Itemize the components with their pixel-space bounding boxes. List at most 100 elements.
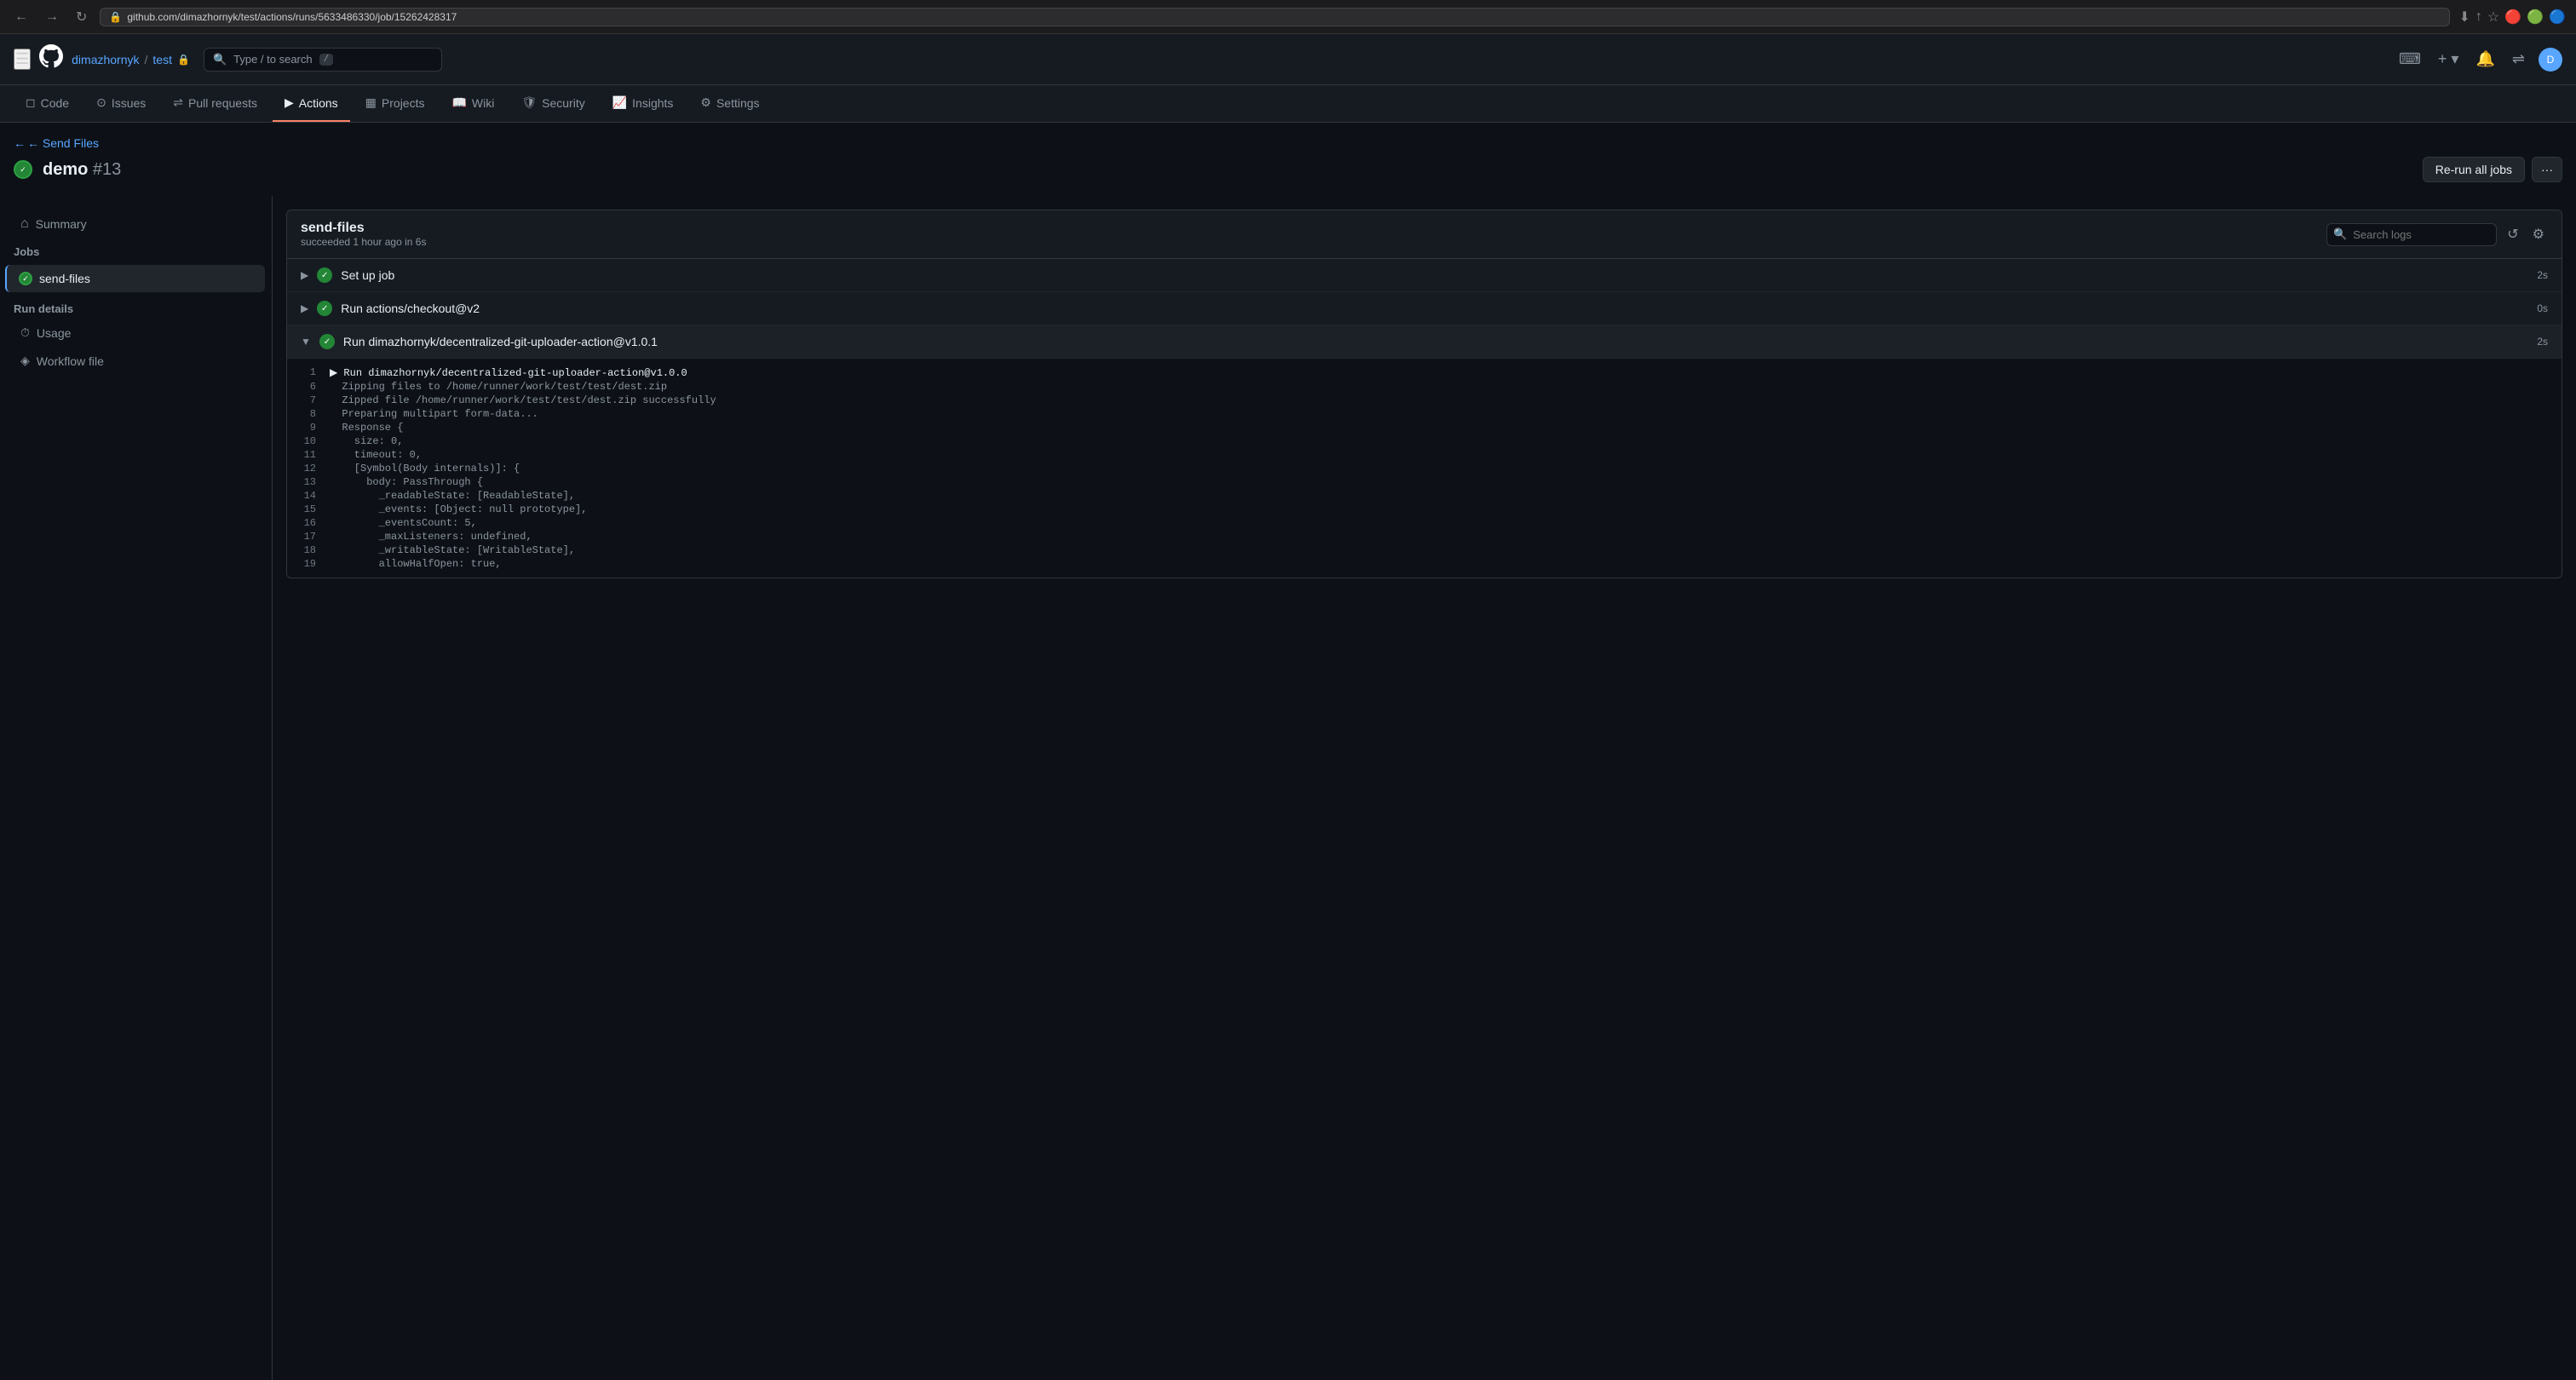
nav-security-label: Security: [542, 96, 585, 110]
search-logs-icon: 🔍: [2333, 227, 2347, 241]
log-content: body: PassThrough {: [330, 476, 2562, 488]
nav-actions-label: Actions: [299, 96, 338, 110]
back-label: ← Send Files: [27, 136, 99, 150]
nav-settings[interactable]: ⚙ Settings: [688, 85, 771, 122]
nav-actions[interactable]: ▶ Actions: [273, 85, 350, 122]
back-button[interactable]: ←: [10, 8, 32, 26]
log-content: [Symbol(Body internals)]: {: [330, 463, 2562, 474]
sidebar-workflow-file[interactable]: ◈ Workflow file: [7, 347, 265, 375]
avatar[interactable]: D: [2539, 48, 2562, 72]
chevron-right-icon: ▶: [301, 269, 308, 281]
line-number: 1: [287, 366, 330, 379]
chevron-down-icon: ▼: [301, 336, 311, 348]
log-line: 13 body: PassThrough {: [287, 475, 2562, 489]
settings-button[interactable]: ⚙: [2529, 222, 2548, 246]
step-setup-job[interactable]: ▶ Set up job 2s: [287, 259, 2562, 292]
search-icon: 🔍: [213, 53, 227, 66]
line-number: 13: [287, 476, 330, 488]
line-number: 6: [287, 381, 330, 393]
jobs-header: Jobs: [0, 239, 272, 265]
line-number: 17: [287, 531, 330, 543]
security-icon: 🛡: [521, 95, 537, 110]
log-line: 11 timeout: 0,: [287, 448, 2562, 462]
job-label: send-files: [39, 272, 90, 285]
extension-icons: ⬇↑☆🔴🟢🔵: [2458, 9, 2566, 26]
owner-link[interactable]: dimazhornyk: [72, 53, 139, 66]
nav-pulls[interactable]: ⇌ Pull requests: [161, 85, 269, 122]
step-action[interactable]: ▼ Run dimazhornyk/decentralized-git-uplo…: [287, 325, 2562, 359]
lock-icon: 🔒: [177, 54, 190, 66]
nav-insights[interactable]: 📈 Insights: [601, 85, 686, 122]
log-content: allowHalfOpen: true,: [330, 558, 2562, 570]
line-number: 9: [287, 422, 330, 434]
line-number: 18: [287, 544, 330, 556]
projects-icon: ▦: [365, 95, 377, 110]
global-search[interactable]: 🔍 Type / to search /: [204, 48, 442, 72]
log-output: 1▶ Run dimazhornyk/decentralized-git-upl…: [287, 359, 2562, 578]
rerun-button[interactable]: Re-run all jobs: [2423, 157, 2525, 182]
log-content: Zipped file /home/runner/work/test/test/…: [330, 394, 2562, 406]
refresh-button[interactable]: ↺: [2504, 222, 2521, 246]
nav-security[interactable]: 🛡 Security: [509, 85, 596, 122]
nav-insights-label: Insights: [632, 96, 673, 110]
issues-icon: ⊙: [96, 95, 106, 110]
line-number: 19: [287, 558, 330, 570]
log-line: 9 Response {: [287, 421, 2562, 434]
sidebar-usage[interactable]: ⏱ Usage: [7, 319, 265, 347]
search-logs-wrapper: 🔍: [2326, 223, 2497, 246]
workflow-file-icon: ◈: [20, 354, 30, 368]
log-content: Response {: [330, 422, 2562, 434]
log-line: 14 _readableState: [ReadableState],: [287, 489, 2562, 503]
sidebar: ⌂ Summary Jobs send-files Run details ⏱ …: [0, 196, 273, 1380]
nav-projects-label: Projects: [382, 96, 425, 110]
log-line: 16 _eventsCount: 5,: [287, 516, 2562, 530]
search-shortcut: /: [319, 54, 334, 66]
log-content: timeout: 0,: [330, 449, 2562, 461]
job-status-icon: [19, 272, 32, 285]
nav-code[interactable]: ◻ Code: [14, 85, 81, 122]
job-panel: send-files succeeded 1 hour ago in 6s 🔍 …: [286, 210, 2562, 578]
more-button[interactable]: ···: [2532, 157, 2562, 182]
workflow-file-label: Workflow file: [37, 354, 104, 368]
sidebar-summary[interactable]: ⌂ Summary: [7, 210, 265, 239]
line-number: 16: [287, 517, 330, 529]
forward-button[interactable]: →: [41, 8, 63, 26]
notifications-button[interactable]: 🔔: [2472, 47, 2498, 72]
pull-requests-button[interactable]: ⇌: [2509, 47, 2528, 72]
log-content: Zipping files to /home/runner/work/test/…: [330, 381, 2562, 393]
workflow-actions: Re-run all jobs ···: [2423, 157, 2562, 182]
step-checkout[interactable]: ▶ Run actions/checkout@v2 0s: [287, 292, 2562, 325]
code-icon: ◻: [26, 95, 36, 110]
log-line: 8 Preparing multipart form-data...: [287, 407, 2562, 421]
actions-icon: ▶: [285, 95, 294, 110]
reload-button[interactable]: ↻: [72, 7, 91, 27]
nav-projects[interactable]: ▦ Projects: [354, 85, 437, 122]
hamburger-button[interactable]: ☰: [14, 49, 31, 70]
run-number: #13: [93, 160, 121, 179]
terminal-button[interactable]: ⌨: [2395, 47, 2424, 72]
header-center: 🔍 Type / to search /: [204, 48, 2382, 72]
usage-label: Usage: [37, 326, 71, 340]
nav-issues[interactable]: ⊙ Issues: [84, 85, 158, 122]
log-line: 6 Zipping files to /home/runner/work/tes…: [287, 380, 2562, 394]
nav-code-label: Code: [41, 96, 69, 110]
step-action-label: Run dimazhornyk/decentralized-git-upload…: [343, 335, 2528, 348]
github-logo[interactable]: [39, 44, 63, 74]
step-action-duration: 2s: [2537, 336, 2548, 348]
nav-wiki[interactable]: 📖 Wiki: [440, 85, 506, 122]
header-left: ☰ dimazhornyk / test 🔒: [14, 44, 190, 74]
sidebar-job-send-files[interactable]: send-files: [5, 265, 265, 292]
wiki-icon: 📖: [451, 95, 466, 110]
step-checkout-duration: 0s: [2537, 302, 2548, 314]
content-area: send-files succeeded 1 hour ago in 6s 🔍 …: [273, 196, 2576, 1380]
search-logs-input[interactable]: [2326, 223, 2497, 246]
header-right: ⌨ + ▾ 🔔 ⇌ D: [2395, 47, 2562, 72]
step-success-icon: [317, 267, 332, 283]
workflow-title: demo #13: [43, 160, 121, 180]
job-panel-title: send-files: [301, 221, 426, 236]
address-bar[interactable]: 🔒 github.com/dimazhornyk/test/actions/ru…: [100, 8, 2450, 26]
log-content: ▶ Run dimazhornyk/decentralized-git-uplo…: [330, 366, 2562, 379]
repo-link[interactable]: test: [152, 53, 172, 66]
create-button[interactable]: + ▾: [2435, 47, 2463, 72]
back-nav[interactable]: ← ← Send Files: [0, 123, 2576, 157]
